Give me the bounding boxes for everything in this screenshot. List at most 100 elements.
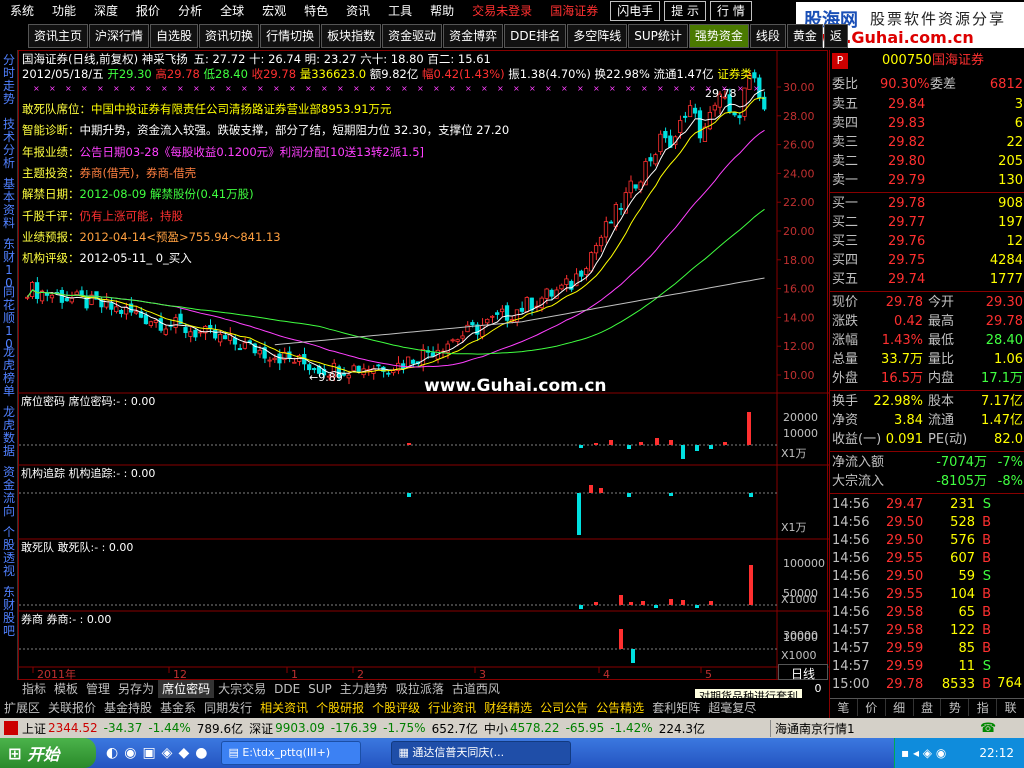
- toolbar-button[interactable]: 资金博弈: [443, 24, 504, 48]
- link-item[interactable]: 个股研报: [312, 699, 368, 716]
- link-item[interactable]: 行业资讯: [424, 699, 480, 716]
- signal-marker: ×: [129, 84, 136, 93]
- candle-body: [495, 312, 500, 315]
- indicator-tab[interactable]: 主力趋势: [336, 680, 392, 698]
- toolbar-button[interactable]: 板块指数: [321, 24, 382, 48]
- candle-body: [109, 302, 114, 310]
- bid-row: 买一 29.78 908: [830, 195, 1024, 213]
- toolbar-button[interactable]: 沪深行情: [89, 24, 150, 48]
- link-item[interactable]: 关联报价: [44, 699, 100, 716]
- task-item-explorer[interactable]: ▤ E:\tdx_pttq(III+): [221, 741, 362, 765]
- app3-icon[interactable]: ●: [195, 745, 207, 761]
- tick-time: 14:56: [832, 497, 870, 512]
- left-tab[interactable]: 技术分析: [2, 118, 16, 170]
- quote-tab[interactable]: 笔: [830, 699, 858, 716]
- left-tab[interactable]: 同花顺10: [2, 286, 16, 351]
- media-icon[interactable]: ◉: [124, 745, 136, 761]
- quote-tab[interactable]: 盘: [914, 699, 942, 716]
- panel-axis-label: 10000: [783, 427, 818, 440]
- quote-tab[interactable]: 指: [969, 699, 998, 716]
- start-button[interactable]: ⊞ 开始: [0, 738, 96, 768]
- link-bar: 扩展区 关联报价 基金持股 基金系 同期发行 相关资讯 个股研报 个股评级 行业资讯 财经精选 公司…: [0, 698, 829, 716]
- toolbar-button[interactable]: 资讯切换: [199, 24, 260, 48]
- link-item[interactable]: 个股评级: [368, 699, 424, 716]
- menu-item[interactable]: 宏观: [252, 0, 294, 22]
- menu-item[interactable]: 功能: [42, 0, 84, 22]
- link-item[interactable]: 同期发行: [200, 699, 256, 716]
- link-item[interactable]: 扩展区: [0, 699, 44, 716]
- left-tab[interactable]: 龙虎榜单: [2, 346, 16, 398]
- left-tab[interactable]: 资金流向: [2, 466, 16, 518]
- indicator-tab[interactable]: 吸拉派落: [392, 680, 448, 698]
- toolbar-button[interactable]: 行情切换: [260, 24, 321, 48]
- broker-name[interactable]: 国海证券: [540, 0, 606, 22]
- bar-low: 低28.40: [203, 67, 248, 81]
- quote-tab[interactable]: 联: [997, 699, 1024, 716]
- app2-icon[interactable]: ◆: [178, 745, 189, 761]
- stat-value: 33.7万: [881, 352, 923, 367]
- tick-direction: B: [982, 605, 991, 620]
- link-item[interactable]: 基金持股: [100, 699, 156, 716]
- toolbar-button[interactable]: SUP统计: [628, 24, 688, 48]
- left-tab[interactable]: 分时走势: [2, 54, 16, 106]
- menu-item[interactable]: 分析: [168, 0, 210, 22]
- menu-item[interactable]: 报价: [126, 0, 168, 22]
- menu-box-button[interactable]: 闪电手: [610, 1, 661, 21]
- tray-icons[interactable]: ▪ ◂ ◈ ◉: [895, 746, 946, 760]
- toolbar-button[interactable]: 强势资金: [688, 24, 749, 48]
- indicator-tab[interactable]: DDE: [270, 680, 304, 698]
- link-item[interactable]: 基金系: [156, 699, 200, 716]
- left-tab[interactable]: 东财10: [2, 238, 16, 290]
- quote-tab[interactable]: 细: [886, 699, 914, 716]
- menu-item[interactable]: 帮助: [420, 0, 462, 22]
- stat-value: 1.47亿: [981, 413, 1023, 428]
- toolbar-button[interactable]: 返: [823, 24, 848, 48]
- candle-body: [603, 221, 609, 238]
- zx-label: 中小: [483, 721, 508, 736]
- link-item[interactable]: 相关资讯: [256, 699, 312, 716]
- menu-box-button[interactable]: 行 情: [710, 1, 752, 21]
- indicator-tab[interactable]: 指标: [18, 680, 50, 698]
- quote-tab[interactable]: 价: [858, 699, 886, 716]
- left-tab[interactable]: 东财股吧: [2, 586, 16, 638]
- indicator-tab[interactable]: 大宗交易: [214, 680, 270, 698]
- indicator-tab[interactable]: 席位密码: [158, 680, 215, 698]
- desktop-icon[interactable]: ▣: [142, 745, 155, 761]
- trade-status[interactable]: 交易未登录: [462, 0, 540, 22]
- toolbar-button[interactable]: 资金驱动: [382, 24, 443, 48]
- toolbar-button[interactable]: 资讯主页: [28, 24, 89, 48]
- left-tab[interactable]: 龙虎数据: [2, 406, 16, 458]
- link-item[interactable]: 公司公告: [536, 699, 592, 716]
- indicator-tab[interactable]: 模板: [50, 680, 82, 698]
- menu-item[interactable]: 全球: [210, 0, 252, 22]
- menu-item[interactable]: 深度: [84, 0, 126, 22]
- app1-icon[interactable]: ◈: [162, 745, 173, 761]
- menu-item[interactable]: 系统: [0, 0, 42, 22]
- signal-marker: ×: [497, 84, 504, 93]
- left-tab[interactable]: 个股透视: [2, 526, 16, 578]
- link-item[interactable]: 套利矩阵: [648, 699, 704, 716]
- menu-item[interactable]: 资讯: [336, 0, 378, 22]
- menu-box-button[interactable]: 提 示: [664, 1, 707, 21]
- ask-volume: 3: [1014, 97, 1023, 112]
- link-item[interactable]: 超毫复尽: [704, 699, 760, 716]
- indicator-tab[interactable]: SUP: [304, 680, 336, 698]
- left-tab[interactable]: 基本资料: [2, 178, 16, 230]
- toolbar-button[interactable]: 线段: [749, 24, 786, 48]
- link-item[interactable]: 财经精选: [480, 699, 536, 716]
- indicator-tab[interactable]: 管理: [82, 680, 114, 698]
- ie-icon[interactable]: ◐: [106, 745, 118, 761]
- quote-tab[interactable]: 势: [941, 699, 970, 716]
- task-item-tdx[interactable]: ▦ 通达信普天同庆(...: [391, 741, 572, 765]
- toolbar-button[interactable]: 自选股: [150, 24, 199, 48]
- toolbar-button[interactable]: 黄金: [786, 24, 823, 48]
- toolbar-button[interactable]: 多空阵线: [567, 24, 628, 48]
- menu-item[interactable]: 特色: [294, 0, 336, 22]
- menu-item[interactable]: 工具: [378, 0, 420, 22]
- ask-row: 卖二 29.80 205: [830, 153, 1024, 171]
- period-selector[interactable]: 日线: [778, 664, 828, 681]
- indicator-tab[interactable]: 另存为: [114, 680, 158, 698]
- link-item[interactable]: 公告精选: [592, 699, 648, 716]
- indicator-tab[interactable]: 古道西风: [448, 680, 504, 698]
- toolbar-button[interactable]: DDE排名: [504, 24, 567, 48]
